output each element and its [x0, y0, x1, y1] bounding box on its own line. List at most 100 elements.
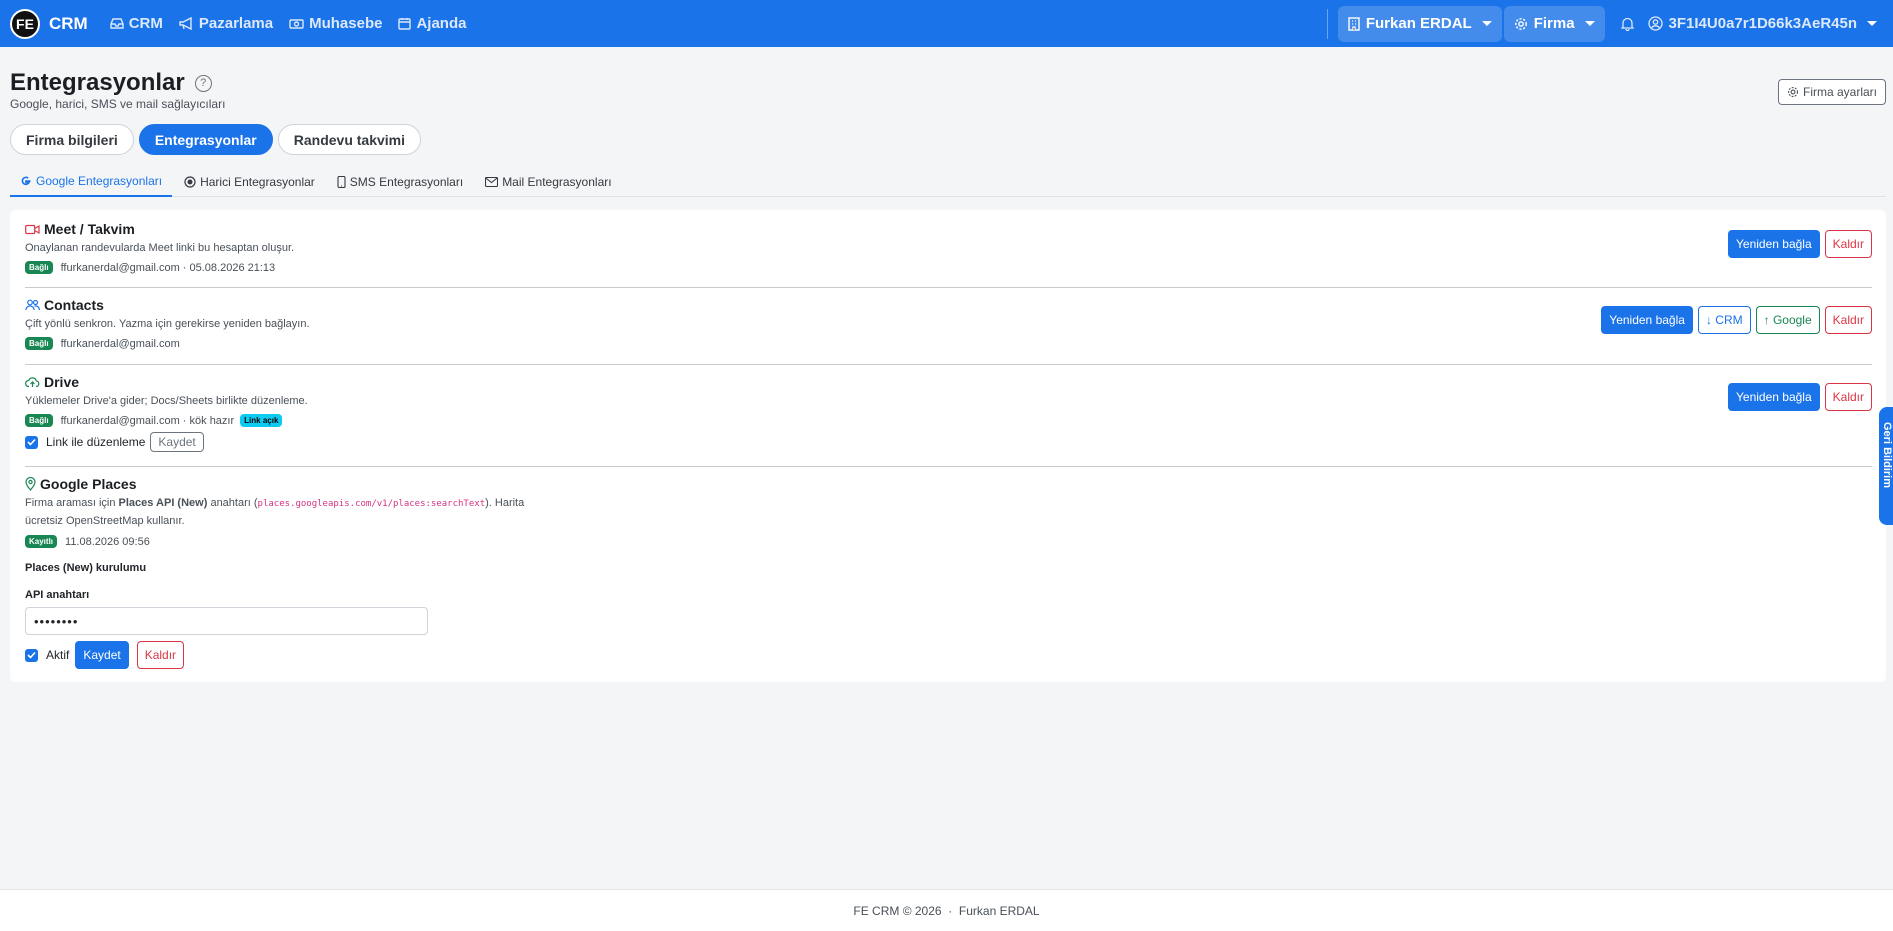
nav-link-label: Muhasebe [309, 15, 383, 32]
phone-icon [337, 176, 346, 188]
feedback-tab[interactable]: Geri Bildirim [1879, 407, 1893, 525]
desc-part: anahtarı ( [207, 497, 258, 509]
save-button[interactable]: Kaydet [75, 641, 129, 669]
chevron-down-icon [1481, 21, 1492, 26]
section-title-text: Google Places [40, 476, 137, 492]
calendar-icon [398, 18, 412, 30]
cloud-upload-icon [25, 377, 40, 388]
check-icon [27, 651, 36, 659]
subtab-label: SMS Entegrasyonları [349, 175, 464, 189]
sync-to-google-button[interactable]: ↑ Google [1755, 306, 1820, 334]
remove-button[interactable]: Kaldır [1824, 383, 1872, 411]
top-tabs: Firma bilgileri Entegrasyonlar Randevu t… [10, 124, 426, 155]
nav-link-ajanda[interactable]: Ajanda [398, 15, 466, 32]
remove-button[interactable]: Kaldır [136, 641, 185, 669]
subtab-google[interactable]: Google Entegrasyonları [10, 167, 173, 197]
section-divider [25, 466, 1872, 467]
bell-icon [1620, 17, 1634, 31]
sync-to-crm-button[interactable]: ↓ CRM [1697, 306, 1751, 334]
section-actions: Yeniden bağla Kaldır [1723, 383, 1872, 411]
status-text: ffurkanerdal@gmail.com [60, 337, 180, 350]
feedback-tab-label: Geri Bildirim [1881, 422, 1893, 489]
save-button[interactable]: Kaydet [150, 432, 204, 452]
firm-dropdown[interactable]: Firma [1503, 5, 1605, 42]
reconnect-button[interactable]: Yeniden bağla [1728, 383, 1820, 411]
tab-entegrasyonlar[interactable]: Entegrasyonlar [138, 124, 273, 155]
nav-link-label: CRM [128, 15, 163, 32]
tab-firma-bilgileri[interactable]: Firma bilgileri [10, 124, 134, 155]
nav-link-crm[interactable]: CRM [110, 15, 163, 32]
firm-settings-button[interactable]: Firma ayarları [1777, 79, 1886, 105]
notifications-button[interactable] [1620, 17, 1634, 31]
section-title: Google Places [25, 476, 1872, 492]
subtab-label: Harici Entegrasyonlar [200, 175, 315, 189]
help-icon[interactable]: ? [194, 74, 212, 92]
remove-button[interactable]: Kaldır [1824, 230, 1872, 258]
subtab-label: Google Entegrasyonları [36, 174, 163, 188]
nav-link-pazarlama[interactable]: Pazarlama [179, 15, 273, 32]
brand[interactable]: FE CRM [10, 8, 88, 39]
person-circle-icon [1647, 16, 1663, 31]
user-dropdown-label: Furkan ERDAL [1365, 15, 1472, 32]
subtab-mail[interactable]: Mail Entegrasyonları [475, 167, 621, 197]
section-title-text: Contacts [44, 297, 104, 313]
status-text: 11.08.2026 09:56 [65, 535, 150, 548]
remove-button[interactable]: Kaldır [1824, 306, 1872, 334]
active-label[interactable]: Aktif [46, 648, 69, 662]
status-badge: Bağlı [25, 261, 53, 274]
user-dropdown[interactable]: Furkan ERDAL [1337, 5, 1502, 42]
status-badge: Bağlı [25, 337, 53, 350]
page-title-text: Entegrasyonlar [10, 69, 185, 96]
section-title-text: Drive [44, 374, 80, 390]
section-title: Drive [25, 374, 1872, 390]
section-actions: Yeniden bağla Kaldır [1723, 230, 1872, 258]
integration-subtabs: Google Entegrasyonları Harici Entegrasyo… [10, 167, 1886, 197]
section-divider [25, 364, 1872, 365]
status-text: ffurkanerdal@gmail.com · 05.08.2026 21:1… [60, 261, 276, 274]
active-checkbox[interactable] [25, 648, 38, 662]
section-description: Çift yönlü senkron. Yazma için gerekirse… [25, 318, 310, 330]
section-actions: Yeniden bağla ↓ CRM ↑ Google Kaldır [1596, 306, 1872, 334]
section-description: Onaylanan randevularda Meet linki bu hes… [25, 242, 295, 254]
inbox-icon [110, 18, 124, 29]
tab-randevu-takvimi[interactable]: Randevu takvimi [277, 124, 422, 155]
status-line: Kayıtlı 11.08.2026 09:56 [25, 535, 1872, 548]
footer: FE CRM © 2026 · Furkan ERDAL [0, 889, 1893, 931]
cash-icon [289, 18, 304, 29]
chevron-down-icon [1867, 21, 1877, 26]
brand-name: CRM [49, 13, 88, 33]
places-setup-title: Places (New) kurulumu [25, 562, 147, 574]
envelope-icon [485, 177, 499, 187]
status-badge: Bağlı [25, 414, 53, 427]
megaphone-icon [179, 17, 192, 30]
section-description: Yüklemeler Drive'a gider; Docs/Sheets bi… [25, 395, 308, 407]
account-dropdown[interactable]: 3F1I4U0a7r1D66k3AeR45n [1647, 15, 1877, 32]
section-drive: Drive Yüklemeler Drive'a gider; Docs/She… [25, 374, 1872, 452]
status-line: Bağlı ffurkanerdal@gmail.com · kök hazır… [25, 414, 1872, 427]
reconnect-button[interactable]: Yeniden bağla [1601, 306, 1693, 334]
status-badge: Kayıtlı [25, 535, 58, 548]
section-title-text: Meet / Takvim [44, 221, 135, 237]
subtab-sms[interactable]: SMS Entegrasyonları [327, 167, 473, 197]
google-icon [21, 176, 31, 186]
api-key-label: API anahtarı [25, 589, 90, 601]
section-description: Firma araması için Places API (New) anah… [25, 495, 1872, 530]
subtab-harici[interactable]: Harici Entegrasyonlar [174, 167, 325, 197]
api-key-input[interactable]: •••••••• [25, 607, 428, 635]
link-edit-label[interactable]: Link ile düzenleme [46, 435, 145, 449]
status-text: ffurkanerdal@gmail.com · kök hazır [60, 414, 235, 427]
reconnect-button[interactable]: Yeniden bağla [1728, 230, 1820, 258]
section-title: Meet / Takvim [25, 221, 1872, 237]
page-subtitle: Google, harici, SMS ve mail sağlayıcılar… [10, 97, 226, 111]
link-edit-checkbox[interactable] [25, 435, 38, 449]
camera-video-icon [25, 224, 40, 234]
link-edit-row: Link ile düzenleme Kaydet [25, 432, 1872, 452]
status-line: Bağlı ffurkanerdal@gmail.com · 05.08.202… [25, 261, 1872, 274]
footer-text: FE CRM © 2026 · Furkan ERDAL [853, 903, 1040, 918]
nav-link-muhasebe[interactable]: Muhasebe [289, 15, 382, 32]
desc-part: ücretsiz OpenStreetMap kullanır. [25, 515, 185, 527]
status-line: Bağlı ffurkanerdal@gmail.com [25, 337, 1872, 350]
google-integrations-card: Meet / Takvim Onaylanan randevularda Mee… [10, 210, 1886, 682]
section-meet: Meet / Takvim Onaylanan randevularda Mee… [25, 221, 1872, 274]
building-icon [1348, 16, 1360, 31]
